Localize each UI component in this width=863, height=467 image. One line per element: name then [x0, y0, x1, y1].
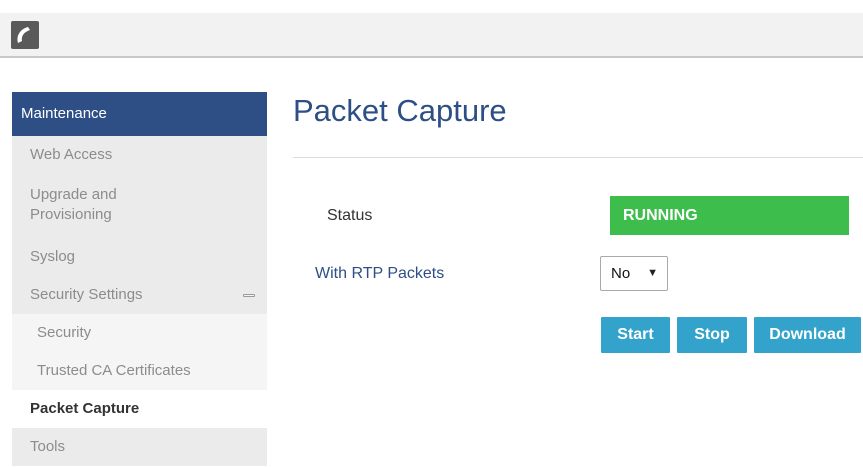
sidebar-item-web-access[interactable]: Web Access — [12, 136, 267, 174]
sidebar-item-security-settings[interactable]: Security Settings — [12, 276, 267, 314]
status-badge: RUNNING — [610, 196, 849, 235]
dropdown-arrow-icon: ▼ — [647, 267, 658, 279]
sidebar-item-label: Upgrade and — [30, 186, 117, 203]
rtp-packets-value: No — [611, 265, 631, 282]
rtp-packets-select[interactable]: No ▼ — [600, 256, 668, 291]
sidebar-item-security[interactable]: Security — [12, 314, 267, 352]
download-button[interactable]: Download — [754, 317, 861, 353]
sidebar-item-packet-capture[interactable]: Packet Capture — [12, 390, 267, 428]
collapse-icon[interactable] — [243, 294, 255, 297]
rtp-packets-label: With RTP Packets — [315, 265, 445, 282]
sidebar-item-label: Provisioning — [30, 206, 112, 223]
top-bar — [0, 13, 863, 58]
title-divider — [293, 157, 863, 158]
phone-handset-icon — [11, 21, 39, 49]
sidebar-item-upgrade-provisioning[interactable]: Upgrade and Provisioning — [12, 174, 267, 238]
status-label: Status — [327, 207, 373, 224]
sidebar-section-maintenance[interactable]: Maintenance — [12, 92, 267, 136]
sidebar-item-tools[interactable]: Tools — [12, 428, 267, 466]
sidebar: Maintenance Web Access Upgrade and Provi… — [12, 92, 267, 466]
page-title: Packet Capture — [293, 93, 507, 128]
sidebar-item-label: Security Settings — [30, 286, 143, 303]
sidebar-item-syslog[interactable]: Syslog — [12, 238, 267, 276]
start-button[interactable]: Start — [601, 317, 670, 353]
sidebar-item-trusted-ca-certificates[interactable]: Trusted CA Certificates — [12, 352, 267, 390]
stop-button[interactable]: Stop — [677, 317, 747, 353]
